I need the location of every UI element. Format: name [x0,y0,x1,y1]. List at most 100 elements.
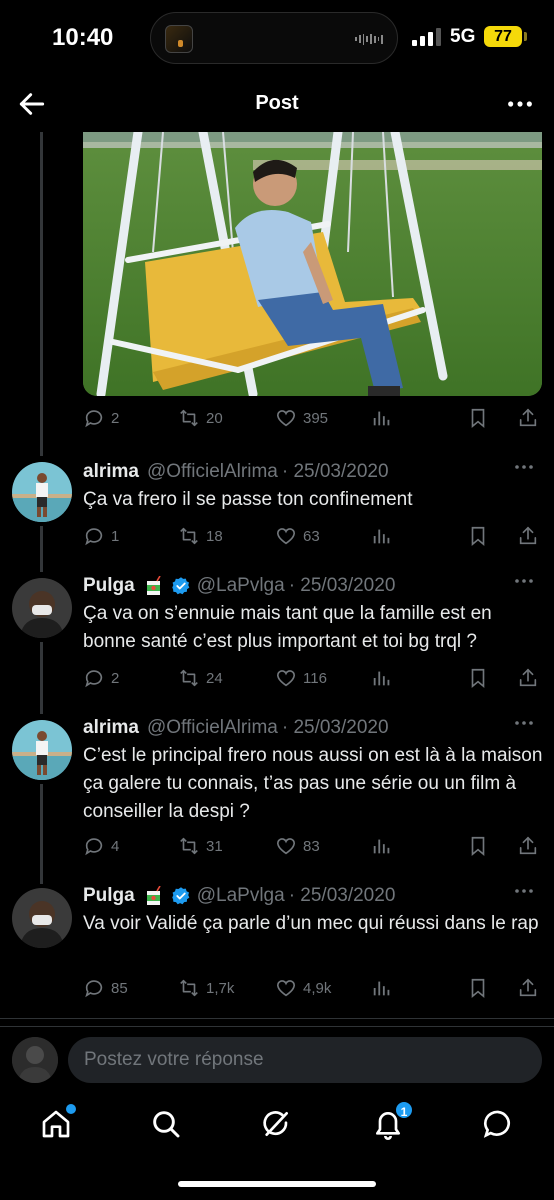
dynamic-island[interactable] [150,12,398,64]
views-button[interactable] [371,974,393,1002]
avatar-pulga[interactable] [12,578,72,638]
bookmark-button[interactable] [467,522,489,550]
reply-header: Pulga @LaPvlga · 25/03/2020 [83,574,395,598]
views-button[interactable] [371,664,393,692]
bookmark-button[interactable] [467,404,489,432]
heart-icon [276,410,296,427]
bookmark-icon [471,526,485,547]
juice-box-emoji [145,575,163,596]
thread-line [40,132,43,456]
like-count: 116 [303,669,327,687]
reply-count: 2 [111,409,120,427]
reply-button[interactable]: 2 [83,404,119,432]
avatar-alrima-image [12,720,72,780]
repost-button[interactable]: 31 [178,832,223,860]
like-button[interactable]: 395 [275,404,328,432]
share-button[interactable] [517,404,539,432]
repost-icon [180,837,198,855]
swing-bench-photo [83,132,542,396]
nav-notifications[interactable]: 1 [372,1100,414,1140]
post-image[interactable] [83,132,542,396]
analytics-icon [373,981,390,996]
views-button[interactable] [371,404,393,432]
author-name[interactable]: alrima [83,717,139,739]
reply-item[interactable]: Pulga @LaPvlga · 25/03/2020 Ça va on s’e… [0,574,554,694]
nav-home[interactable] [40,1104,76,1140]
repost-button[interactable]: 18 [178,522,223,550]
like-button[interactable]: 63 [275,522,320,550]
avatar-alrima[interactable] [12,462,72,522]
share-button[interactable] [517,974,539,1002]
author-name[interactable]: Pulga [83,885,135,907]
status-bar: 10:40 5G 77 [0,0,554,76]
repost-count: 18 [206,527,223,545]
reply-header: Pulga @LaPvlga · 25/03/2020 [83,884,395,908]
post-header: Post [0,76,554,132]
heart-icon [276,528,296,545]
post-date: · 25/03/2020 [288,575,396,596]
bookmark-button[interactable] [467,974,489,1002]
author-handle[interactable]: @OfficielAlrima [147,717,278,739]
repost-button[interactable]: 20 [178,404,223,432]
repost-button[interactable]: 1,7k [178,974,234,1002]
reply-button[interactable]: 2 [83,664,119,692]
reply-text: Ça va frero il se passe ton confinement [83,489,413,510]
author-handle[interactable]: @LaPvlga [197,575,285,597]
reply-item[interactable]: Pulga @LaPvlga · 25/03/2020 Va voir Vali… [0,884,554,1004]
share-button[interactable] [517,664,539,692]
share-icon [519,668,537,687]
reply-button[interactable]: 4 [83,832,119,860]
reply-compose-input[interactable] [68,1037,542,1083]
network-type: 5G [450,26,476,47]
notifications-badge: 1 [394,1100,414,1120]
divider [0,1018,554,1019]
verified-badge-icon [171,887,190,905]
bookmark-icon [471,408,485,429]
reply-item[interactable]: alrima @OfficielAlrima · 25/03/2020 C’es… [0,716,554,866]
like-button[interactable]: 83 [275,832,320,860]
like-count: 4,9k [303,979,332,997]
nav-messages[interactable] [482,1108,514,1140]
compose-avatar[interactable] [12,1037,58,1083]
views-button[interactable] [371,522,393,550]
share-icon [519,526,537,545]
more-options-button[interactable] [506,90,534,118]
repost-icon [180,979,198,997]
reply-more-button[interactable] [512,884,536,904]
bookmark-icon [471,836,485,857]
avatar-pulga[interactable] [12,888,72,948]
reply-actions: 2 24 116 [83,664,543,692]
reply-more-button[interactable] [512,460,536,480]
bookmark-button[interactable] [467,832,489,860]
views-button[interactable] [371,832,393,860]
nav-search[interactable] [150,1108,182,1140]
bookmark-button[interactable] [467,664,489,692]
nav-grok[interactable] [260,1108,292,1140]
author-handle[interactable]: @LaPvlga [197,885,285,907]
avatar-alrima[interactable] [12,720,72,780]
share-icon [519,978,537,997]
reply-more-button[interactable] [512,716,536,736]
reply-button[interactable]: 85 [83,974,128,1002]
like-button[interactable]: 116 [275,664,327,692]
reply-item[interactable]: alrima @OfficielAlrima · 25/03/2020 Ça v… [0,460,554,560]
avatar-alrima-image [12,462,72,522]
post-date: · 25/03/2020 [281,461,389,482]
reply-more-button[interactable] [512,574,536,594]
user-avatar-image [12,1037,58,1083]
reply-count: 2 [111,669,120,687]
author-handle[interactable]: @OfficielAlrima [147,461,278,483]
messages-icon [483,1110,511,1138]
like-button[interactable]: 4,9k [275,974,331,1002]
share-button[interactable] [517,522,539,550]
home-indicator[interactable] [178,1181,376,1187]
author-name[interactable]: alrima [83,461,139,483]
repost-icon [180,669,198,687]
share-button[interactable] [517,832,539,860]
repost-button[interactable]: 24 [178,664,223,692]
thread-line [40,526,43,572]
post-date: · 25/03/2020 [281,717,389,738]
author-name[interactable]: Pulga [83,575,135,597]
reply-button[interactable]: 1 [83,522,119,550]
analytics-icon [373,529,390,544]
